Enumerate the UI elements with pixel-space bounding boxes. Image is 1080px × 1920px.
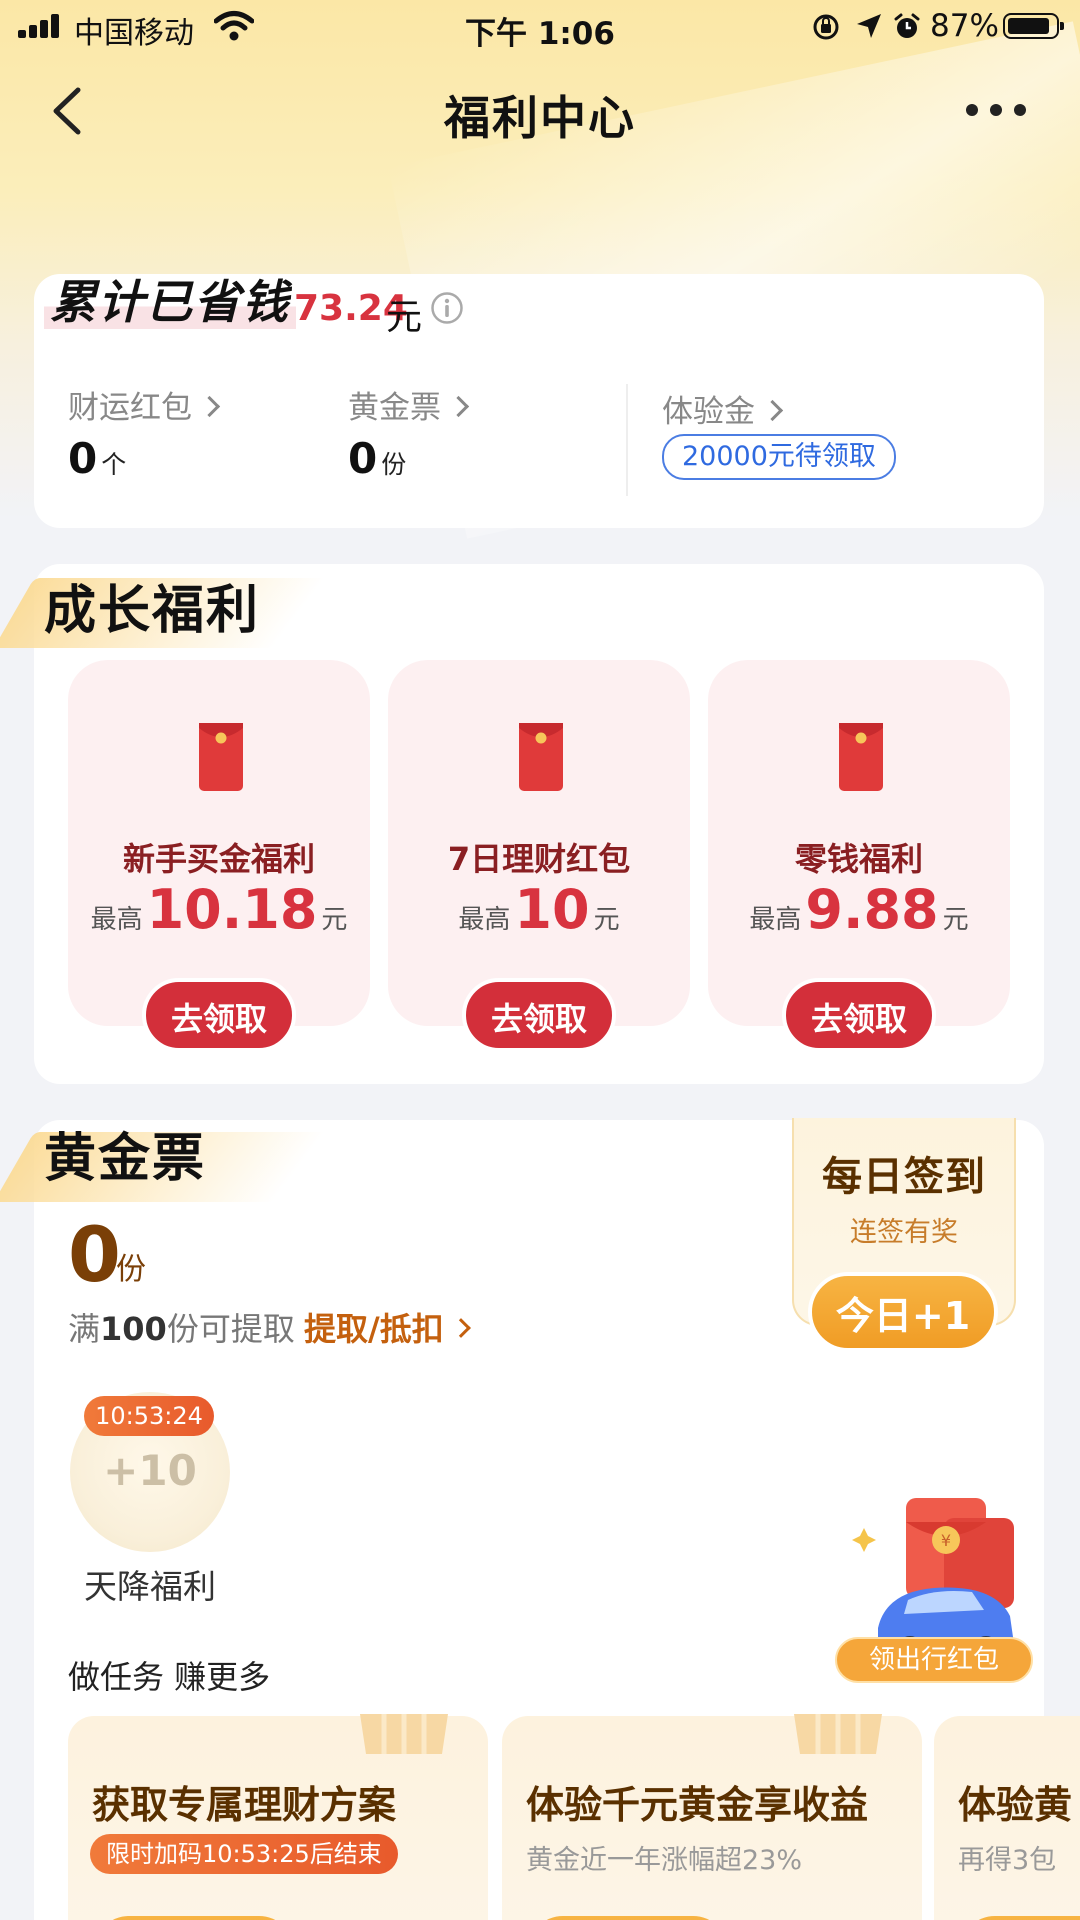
benefit-card-7day-redpacket[interactable]: 7日理财红包 最高10 元	[388, 660, 690, 1026]
task-card-gold-trial[interactable]: 体验千元黄金享收益 黄金近一年涨幅超23%	[502, 1714, 922, 1920]
tasks-title: 做任务 赚更多	[68, 1658, 271, 1696]
task-button[interactable]	[94, 1916, 294, 1920]
orientation-lock-icon	[813, 14, 839, 40]
benefit-card-change[interactable]: 零钱福利 最高9.88 元	[708, 660, 1010, 1026]
claim-button-7day-redpacket[interactable]: 去领取	[462, 978, 616, 1052]
gold-ticket-count: 0份	[348, 434, 407, 483]
more-button[interactable]	[966, 100, 1026, 120]
task-card-partial[interactable]: 体验黄 再得3包	[934, 1716, 1080, 1920]
benefit-card-newbie-gold[interactable]: 新手买金福利 最高10.18 元	[68, 660, 370, 1026]
task-title: 获取专属理财方案	[92, 1783, 397, 1827]
claim-button-newbie-gold[interactable]: 去领取	[142, 978, 296, 1052]
page: 中国移动 下午 1:06 87% 福利中心 累计已省钱 73.24 元 财运红包…	[0, 0, 1080, 1920]
withdraw-rule: 满100份可提取	[68, 1310, 295, 1348]
claim-button-change[interactable]: 去领取	[782, 978, 936, 1052]
task-button[interactable]	[960, 1916, 1080, 1920]
growth-title: 成长福利	[44, 581, 261, 641]
task-badge: 限时加码10:53:25后结束	[90, 1834, 398, 1874]
red-envelope-icon	[199, 723, 243, 791]
gold-ticket-link[interactable]: 黄金票	[348, 382, 470, 427]
battery-percent: 87%	[930, 8, 999, 44]
benefit-title: 新手买金福利	[122, 840, 315, 878]
chevron-right-icon	[198, 395, 221, 418]
benefit-max: 最高10 元	[458, 878, 620, 941]
alarm-icon	[894, 13, 920, 38]
book-decor-icon	[360, 1714, 448, 1754]
gold-ticket-unit: 份	[116, 1252, 146, 1287]
gold-ticket-title: 黄金票	[44, 1129, 207, 1189]
task-button[interactable]	[528, 1916, 728, 1920]
savings-tag: 累计已省钱	[44, 266, 296, 340]
gold-ticket-card: 黄金票 0 份 满100份可提取 提取/抵扣 每日签到 连签有奖 今日+1 +1…	[0, 1118, 1080, 1920]
saved-amount-unit: 元	[386, 297, 423, 338]
location-icon	[857, 14, 881, 38]
chevron-right-icon	[761, 399, 784, 422]
task-title: 体验千元黄金享收益	[526, 1783, 869, 1827]
trial-fund-badge[interactable]: 20000元待领取	[662, 434, 896, 480]
trial-fund-label: 体验金	[662, 394, 755, 430]
gold-ticket-label: 黄金票	[348, 390, 441, 426]
gold-ticket-count: 0	[68, 1210, 121, 1299]
checkin-subtitle: 连签有奖	[850, 1217, 958, 1248]
sky-bonus-value: +10	[103, 1446, 197, 1495]
sky-bonus-countdown: 10:53:24	[84, 1396, 214, 1436]
benefit-title: 零钱福利	[794, 840, 923, 878]
checkin-button[interactable]: 今日+1	[808, 1272, 998, 1352]
sky-bonus-label: 天降福利	[84, 1567, 216, 1606]
benefit-title: 7日理财红包	[447, 840, 631, 878]
benefit-max: 最高9.88 元	[749, 878, 969, 941]
checkin-title: 每日签到	[822, 1154, 986, 1200]
chevron-right-icon	[447, 395, 470, 418]
trial-fund-link[interactable]: 体验金	[662, 386, 784, 431]
lucky-redpacket-label: 财运红包	[68, 390, 192, 426]
task-subtitle: 再得3包	[958, 1845, 1057, 1876]
savings-summary-card: 累计已省钱 73.24 元 财运红包 0个 黄金票 0份 体验金 20000元待…	[34, 266, 1044, 528]
battery-icon	[1003, 13, 1064, 39]
withdraw-link[interactable]: 提取/抵扣	[304, 1304, 471, 1350]
growth-welfare-card: 成长福利 新手买金福利 最高10.18元 去领取 7日理财红包 最高10元	[0, 564, 1044, 1084]
task-card-plan[interactable]: 获取专属理财方案 限时加码10:53:25后结束	[68, 1714, 488, 1920]
lucky-redpacket-link[interactable]: 财运红包	[68, 382, 221, 427]
task-title: 体验黄	[958, 1783, 1073, 1827]
book-decor-icon	[794, 1714, 882, 1754]
travel-redpacket-promo[interactable]: ¥ 领出行红包	[834, 1488, 1034, 1688]
task-subtitle: 黄金近一年涨幅超23%	[526, 1845, 803, 1876]
info-icon[interactable]	[430, 291, 464, 325]
svg-text:¥: ¥	[941, 1531, 951, 1550]
chevron-right-icon	[450, 1318, 471, 1338]
status-bar: 中国移动 下午 1:06 87%	[0, 0, 1080, 54]
red-envelope-icon	[519, 723, 563, 791]
benefit-max: 最高10.18 元	[90, 878, 348, 941]
page-title: 福利中心	[444, 91, 636, 145]
promo-label: 领出行红包	[869, 1645, 999, 1675]
stat-divider	[626, 384, 628, 496]
lucky-redpacket-count: 0个	[68, 434, 127, 483]
red-envelope-icon	[839, 723, 883, 791]
